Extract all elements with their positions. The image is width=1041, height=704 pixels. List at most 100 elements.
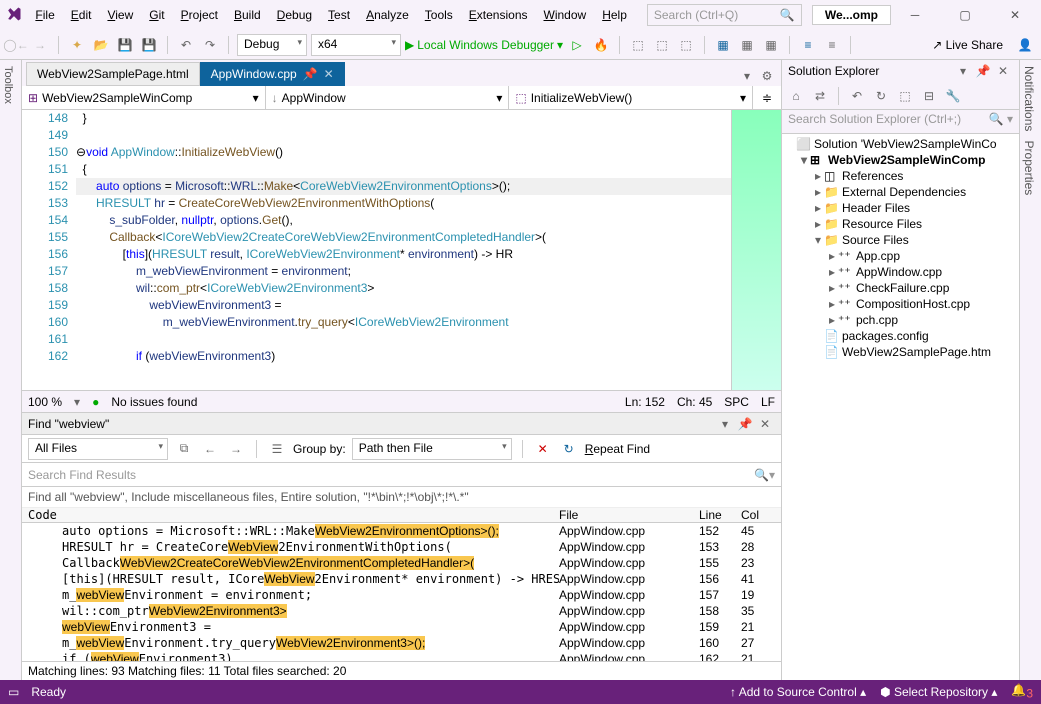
menu-file[interactable]: File <box>27 4 62 26</box>
pin-icon[interactable]: 📌 <box>735 414 755 434</box>
find-result-row[interactable]: m_webViewEnvironment = environment;AppWi… <box>22 587 781 603</box>
dropdown-icon[interactable]: ▾ <box>715 414 735 434</box>
code-editor[interactable]: 1481491501511521531541551561571581591601… <box>22 110 781 390</box>
expander-icon[interactable]: ▸ <box>826 249 838 263</box>
col-line-header[interactable]: Line <box>699 508 741 522</box>
menu-analyze[interactable]: Analyze <box>358 4 417 26</box>
menu-test[interactable]: Test <box>320 4 358 26</box>
open-icon[interactable]: 📂 <box>91 35 111 55</box>
tree-item[interactable]: ▸⁺⁺App.cpp <box>784 248 1017 264</box>
menu-extensions[interactable]: Extensions <box>461 4 536 26</box>
menu-build[interactable]: Build <box>226 4 269 26</box>
find-result-row[interactable]: CallbackWebView2CreateCoreWebView2Enviro… <box>22 555 781 571</box>
tree-item[interactable]: ▸⁺⁺CheckFailure.cpp <box>784 280 1017 296</box>
select-repo-button[interactable]: ⬢ Select Repository ▴ <box>880 685 997 699</box>
tree-item[interactable]: ▾⊞WebView2SampleWinComp <box>784 152 1017 168</box>
document-tab[interactable]: WebView2SamplePage.html <box>26 62 200 86</box>
menu-window[interactable]: Window <box>536 4 595 26</box>
filter-combo[interactable]: All Files <box>28 438 168 460</box>
tree-item[interactable]: ▸📁Resource Files <box>784 216 1017 232</box>
expander-icon[interactable]: ▸ <box>812 201 824 215</box>
nav-back-icon[interactable]: ◯← <box>6 35 26 55</box>
list-view-icon[interactable]: ☰ <box>267 439 287 459</box>
close-icon[interactable]: ✕ <box>755 414 775 434</box>
menu-help[interactable]: Help <box>594 4 635 26</box>
menu-git[interactable]: Git <box>141 4 172 26</box>
dropdown-tabs-icon[interactable]: ▾ <box>737 66 757 86</box>
step-icon[interactable]: ⬚ <box>628 35 648 55</box>
tree-item[interactable]: ⬜Solution 'WebView2SampleWinCo <box>784 136 1017 152</box>
find-search-input[interactable]: Search Find Results 🔍▾ <box>22 463 781 487</box>
maximize-button[interactable]: ▢ <box>945 3 985 27</box>
account-icon[interactable]: 👤 <box>1015 35 1035 55</box>
col-code-header[interactable]: Code <box>22 508 559 522</box>
close-icon[interactable]: ✕ <box>993 61 1013 81</box>
output-icon[interactable]: ▭ <box>8 685 19 699</box>
switch-view-icon[interactable]: ⇄ <box>810 86 830 106</box>
find-result-row[interactable]: if (webViewEnvironment3)AppWindow.cpp162… <box>22 651 781 661</box>
menu-tools[interactable]: Tools <box>417 4 461 26</box>
undo-icon[interactable]: ↶ <box>176 35 196 55</box>
expander-icon[interactable]: ▸ <box>812 169 824 183</box>
expander-icon[interactable]: ▸ <box>826 265 838 279</box>
menu-project[interactable]: Project <box>173 4 226 26</box>
expander-icon[interactable]: ▾ <box>798 153 810 167</box>
step-icon-2[interactable]: ⬚ <box>652 35 672 55</box>
add-source-control-button[interactable]: ↑ Add to Source Control ▴ <box>730 685 866 699</box>
find-result-row[interactable]: HRESULT hr = CreateCoreWebView2Environme… <box>22 539 781 555</box>
tree-item[interactable]: ▸📁External Dependencies <box>784 184 1017 200</box>
expander-icon[interactable]: ▸ <box>826 281 838 295</box>
find-result-row[interactable]: wil::com_ptrWebView2Environment3>AppWind… <box>22 603 781 619</box>
live-share-button[interactable]: ↗ Live Share <box>932 38 1003 52</box>
start-without-debug-icon[interactable]: ▷ <box>567 35 587 55</box>
class-combo[interactable]: ↓AppWindow▾ <box>266 86 510 109</box>
close-icon[interactable]: ✕ <box>324 67 334 81</box>
tree-item[interactable]: 📄WebView2SamplePage.htm <box>784 344 1017 360</box>
expander-icon[interactable]: ▸ <box>812 185 824 199</box>
member-combo[interactable]: ⬚InitializeWebView()▾ <box>509 86 753 109</box>
col-col-header[interactable]: Col <box>741 508 781 522</box>
outdent-icon[interactable]: ≡ <box>822 35 842 55</box>
notifications-button[interactable]: 🔔3 <box>1011 683 1033 700</box>
find-result-row[interactable]: m_webViewEnvironment.try_queryWebView2En… <box>22 635 781 651</box>
quick-search-input[interactable]: Search (Ctrl+Q) 🔍 <box>647 4 802 26</box>
col-file-header[interactable]: File <box>559 508 699 522</box>
split-icon[interactable]: ≑ <box>753 86 781 109</box>
tree-item[interactable]: ▸⁺⁺pch.cpp <box>784 312 1017 328</box>
stop-icon[interactable]: ✕ <box>533 439 553 459</box>
nav-fwd-icon[interactable]: → <box>30 35 50 55</box>
menu-edit[interactable]: Edit <box>63 4 100 26</box>
document-tab[interactable]: AppWindow.cpp 📌 ✕ <box>200 62 345 86</box>
home-icon[interactable]: ⌂ <box>786 86 806 106</box>
expander-icon[interactable]: ▸ <box>812 217 824 231</box>
step-icon-3[interactable]: ⬚ <box>676 35 696 55</box>
minimap[interactable] <box>731 110 781 390</box>
toolbox-icon-3[interactable]: ▦ <box>761 35 781 55</box>
show-all-icon[interactable]: ⬚ <box>895 86 915 106</box>
toolbox-tab[interactable]: Toolbox <box>0 60 22 680</box>
save-all-icon[interactable]: 💾 <box>139 35 159 55</box>
menu-view[interactable]: View <box>99 4 141 26</box>
tree-item[interactable]: ▸⁺⁺CompositionHost.cpp <box>784 296 1017 312</box>
next-icon[interactable]: → <box>226 439 246 459</box>
gear-icon[interactable]: ⚙ <box>757 66 777 86</box>
start-debug-button[interactable]: ▶ Local Windows Debugger ▾ <box>405 38 563 52</box>
collapse-icon[interactable]: ⊟ <box>919 86 939 106</box>
find-result-row[interactable]: webViewEnvironment3 =AppWindow.cpp15921 <box>22 619 781 635</box>
groupby-combo[interactable]: Path then File <box>352 438 512 460</box>
tree-item[interactable]: ▸◫References <box>784 168 1017 184</box>
platform-combo[interactable]: x64 <box>311 34 401 56</box>
tree-item[interactable]: 📄packages.config <box>784 328 1017 344</box>
tree-item[interactable]: ▸⁺⁺AppWindow.cpp <box>784 264 1017 280</box>
dropdown-icon[interactable]: ▾ <box>953 61 973 81</box>
config-combo[interactable]: Debug <box>237 34 307 56</box>
save-icon[interactable]: 💾 <box>115 35 135 55</box>
indent-icon[interactable]: ≡ <box>798 35 818 55</box>
find-result-row[interactable]: [this](HRESULT result, ICoreWebView2Envi… <box>22 571 781 587</box>
redo-icon[interactable]: ↷ <box>200 35 220 55</box>
properties-icon[interactable]: 🔧 <box>943 86 963 106</box>
pin-icon[interactable]: 📌 <box>303 67 318 81</box>
minimize-button[interactable]: ─ <box>895 3 935 27</box>
hot-reload-icon[interactable]: 🔥 <box>591 35 611 55</box>
find-result-row[interactable]: auto options = Microsoft::WRL::MakeWebVi… <box>22 523 781 539</box>
